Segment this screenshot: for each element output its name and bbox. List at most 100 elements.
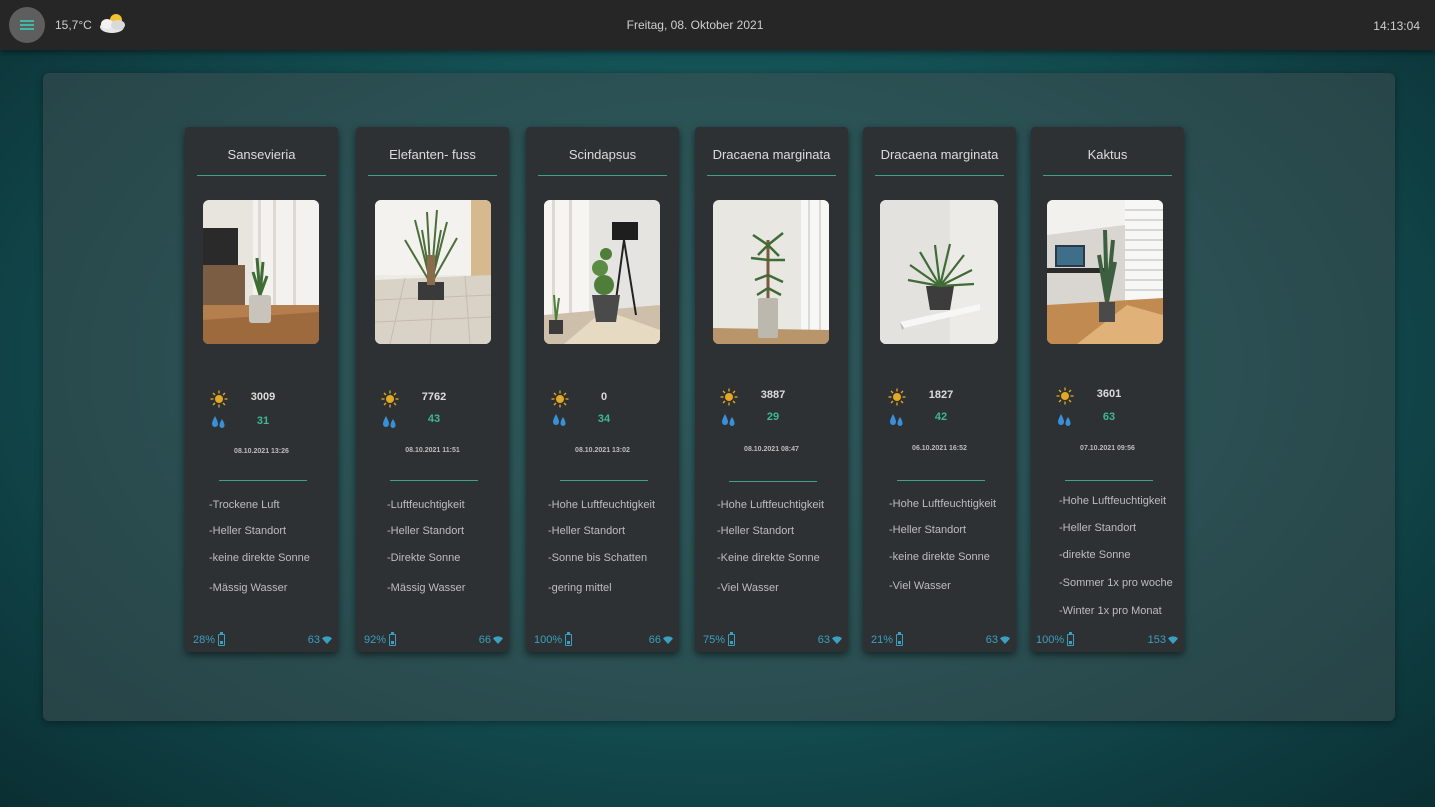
care-tip: -Heller Standort	[889, 524, 967, 536]
care-tip: -direkte Sonne	[1059, 549, 1131, 561]
care-tip: -Mässig Wasser	[387, 582, 466, 594]
care-tip: -Hohe Luftfeuchtigkeit	[1059, 495, 1167, 507]
top-bar: 15,7°C Freitag, 08. Oktober 2021 14:13:0…	[0, 0, 1435, 50]
care-tip: -Heller Standort	[717, 525, 795, 537]
divider	[560, 480, 648, 481]
battery-icon	[896, 632, 904, 646]
wifi-icon	[1168, 636, 1178, 644]
plant-card[interactable]: Elefanten- fuss 7762 43 08.10.2021 11:51…	[356, 127, 509, 652]
light-value: 7762	[421, 391, 447, 403]
battery-icon	[1067, 632, 1075, 646]
plant-name: Elefanten- fuss	[368, 133, 497, 176]
moisture-value: 29	[766, 411, 780, 423]
sun-icon	[381, 390, 399, 408]
battery-level: 28%	[193, 632, 226, 646]
battery-level: 21%	[871, 632, 904, 646]
plant-photo	[1047, 200, 1163, 344]
last-update-timestamp: 08.10.2021 13:02	[575, 447, 630, 454]
care-tip: -Viel Wasser	[717, 582, 779, 594]
sun-icon	[888, 388, 906, 406]
current-time: 14:13:04	[1373, 19, 1420, 33]
care-tip: -Hohe Luftfeuchtigkeit	[548, 499, 656, 511]
battery-value: 92%	[364, 634, 387, 646]
divider	[1065, 480, 1153, 481]
divider	[729, 481, 817, 482]
light-value: 1827	[928, 389, 954, 401]
care-tip: -gering mittel	[548, 582, 612, 594]
wifi-icon	[663, 636, 673, 644]
care-tip: -Mässig Wasser	[209, 582, 288, 594]
battery-value: 75%	[703, 634, 726, 646]
care-tip: -keine direkte Sonne	[889, 551, 990, 563]
wifi-icon	[832, 636, 842, 644]
signal-strength: 63	[308, 634, 332, 646]
last-update-timestamp: 08.10.2021 11:51	[405, 447, 460, 454]
moisture-value: 42	[934, 411, 948, 423]
signal-value: 66	[478, 634, 491, 646]
care-tip: -Sommer 1x pro woche	[1059, 577, 1173, 589]
wifi-icon	[1000, 636, 1010, 644]
light-value: 3887	[760, 389, 786, 401]
plant-photo	[713, 200, 829, 344]
sun-icon	[210, 390, 228, 408]
care-tip: -Heller Standort	[209, 525, 287, 537]
battery-level: 75%	[703, 632, 736, 646]
battery-value: 28%	[193, 634, 216, 646]
moisture-value: 34	[597, 413, 611, 425]
signal-strength: 66	[649, 634, 673, 646]
plant-card[interactable]: Scindapsus 0 34 08.10.2021 13:02 -Hohe L…	[526, 127, 679, 652]
wifi-icon	[322, 636, 332, 644]
plant-card[interactable]: Dracaena marginata 1827 42 06.10.2021 16…	[863, 127, 1016, 652]
battery-icon	[218, 632, 226, 646]
water-drops-icon	[212, 416, 225, 428]
water-drops-icon	[722, 414, 735, 426]
care-tip: -Hohe Luftfeuchtigkeit	[717, 499, 825, 511]
signal-value: 153	[1147, 634, 1166, 646]
battery-value: 21%	[871, 634, 894, 646]
plant-photo	[375, 200, 491, 344]
current-date: Freitag, 08. Oktober 2021	[626, 18, 764, 32]
plant-photo	[544, 200, 660, 344]
divider	[897, 480, 985, 481]
plant-name: Sansevieria	[197, 133, 326, 176]
care-tip: -keine direkte Sonne	[209, 552, 310, 564]
care-tip: -Heller Standort	[548, 525, 626, 537]
plant-photo	[203, 200, 319, 344]
signal-value: 63	[307, 634, 320, 646]
signal-value: 63	[817, 634, 830, 646]
water-drops-icon	[890, 414, 903, 426]
battery-value: 100%	[534, 634, 563, 646]
care-tip: -Heller Standort	[1059, 522, 1137, 534]
last-update-timestamp: 07.10.2021 09:56	[1080, 445, 1135, 452]
battery-level: 100%	[1036, 632, 1075, 646]
plant-name: Kaktus	[1043, 133, 1172, 176]
light-value: 3601	[1096, 388, 1122, 400]
water-drops-icon	[553, 414, 566, 426]
sun-icon	[720, 388, 738, 406]
signal-strength: 66	[479, 634, 503, 646]
last-update-timestamp: 08.10.2021 13:26	[234, 448, 289, 455]
signal-strength: 63	[986, 634, 1010, 646]
signal-value: 66	[648, 634, 661, 646]
sun-icon	[1056, 387, 1074, 405]
plant-card[interactable]: Kaktus 3601 63 07.10.2021 09:56 -Hohe Lu…	[1031, 127, 1184, 652]
battery-icon	[728, 632, 736, 646]
plant-name: Scindapsus	[538, 133, 667, 176]
battery-level: 100%	[534, 632, 573, 646]
care-tip: -Viel Wasser	[889, 580, 951, 592]
battery-level: 92%	[364, 632, 397, 646]
divider	[219, 480, 307, 481]
care-tip: -Luftfeuchtigkeit	[387, 499, 465, 511]
care-tip: -Sonne bis Schatten	[548, 552, 648, 564]
wifi-icon	[493, 636, 503, 644]
care-tip: -Hohe Luftfeuchtigkeit	[889, 498, 997, 510]
plant-card[interactable]: Dracaena marginata 3887 29 08.10.2021 08…	[695, 127, 848, 652]
care-tip: -Trockene Luft	[209, 499, 280, 511]
last-update-timestamp: 08.10.2021 08:47	[744, 446, 799, 453]
care-tip: -Heller Standort	[387, 525, 465, 537]
battery-icon	[389, 632, 397, 646]
plant-name: Dracaena marginata	[875, 133, 1004, 176]
plant-card[interactable]: Sansevieria 3009 31 08.10.2021 13:26 -Tr…	[185, 127, 338, 652]
signal-strength: 63	[818, 634, 842, 646]
care-tip: -Keine direkte Sonne	[717, 552, 820, 564]
